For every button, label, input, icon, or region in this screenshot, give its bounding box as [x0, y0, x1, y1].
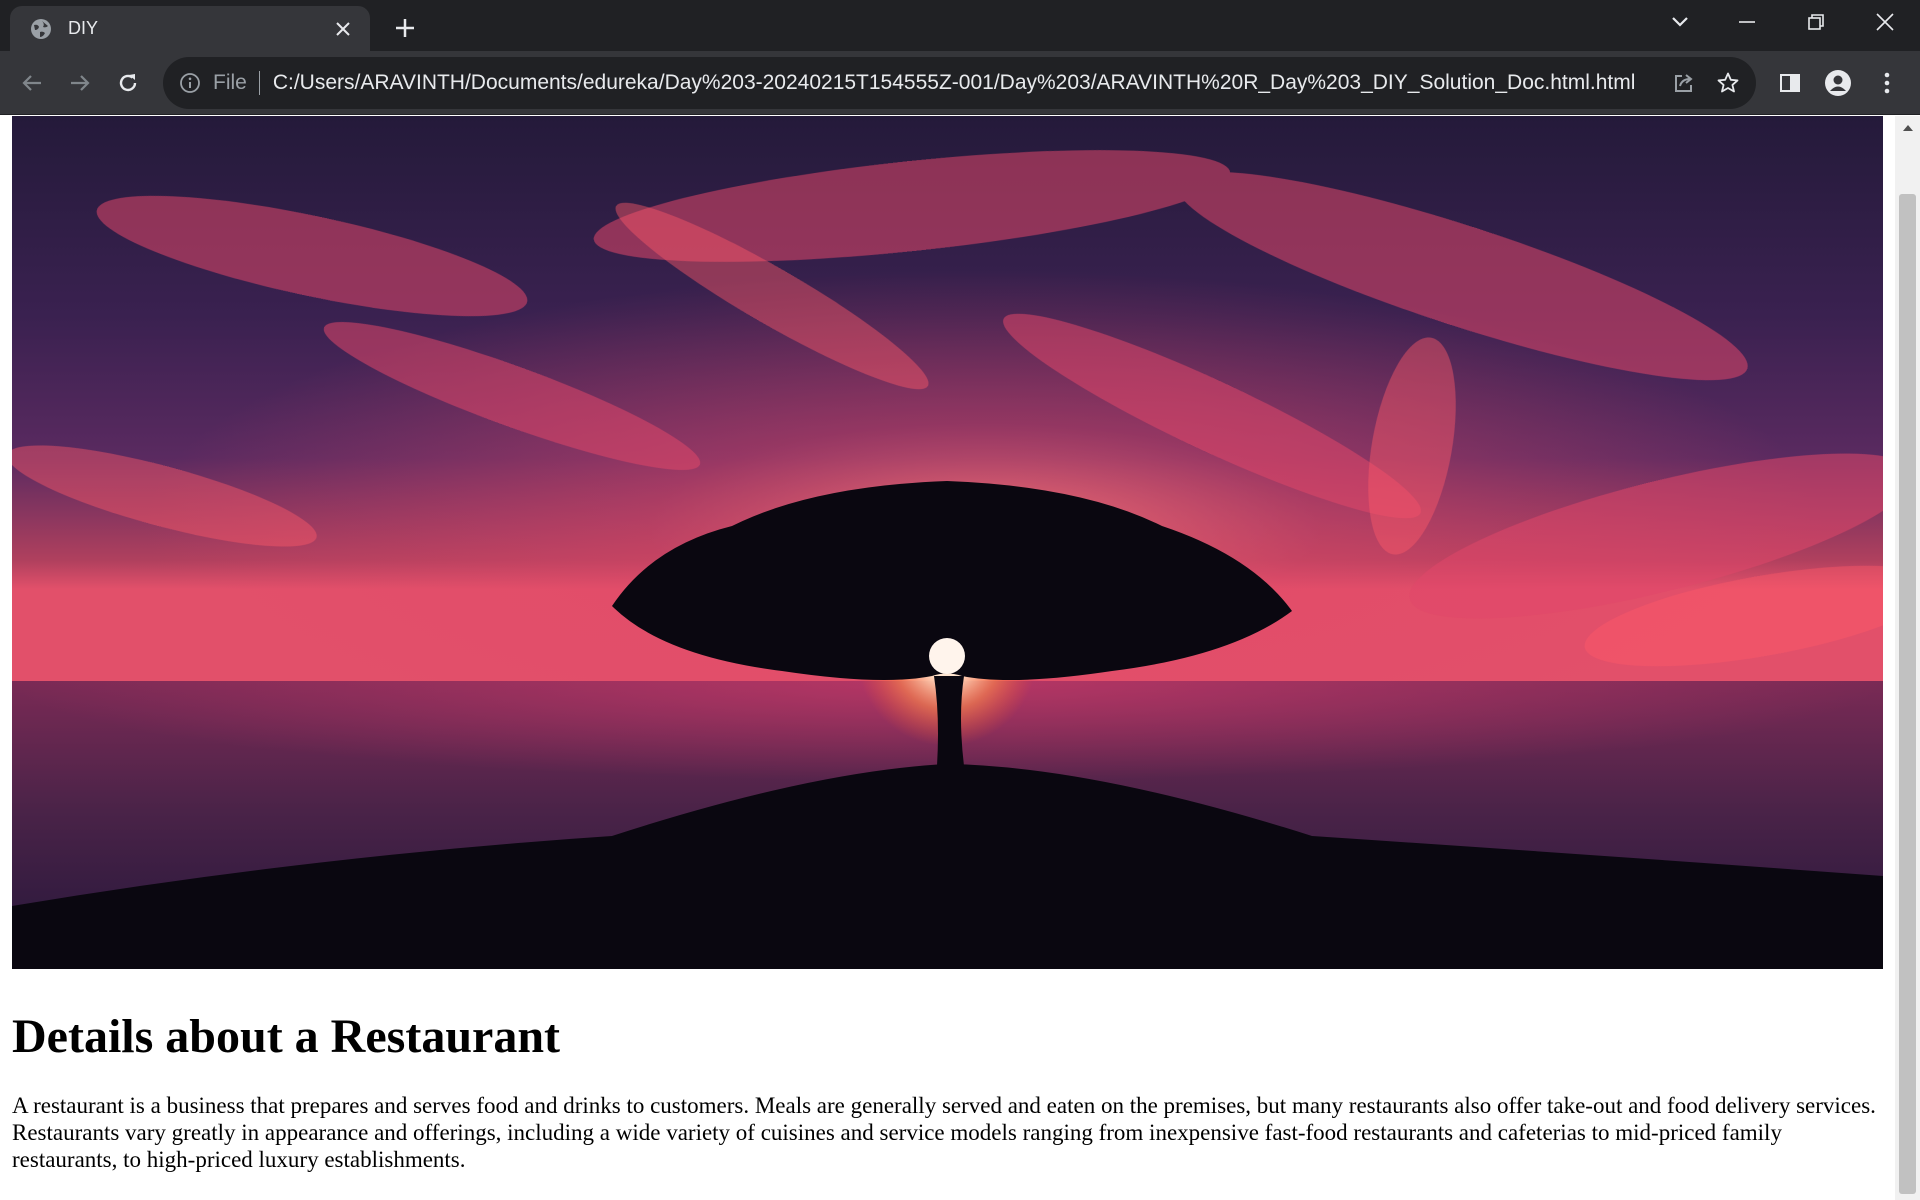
url-scheme-label: File — [213, 71, 247, 94]
tab-strip: DIY — [0, 0, 1920, 51]
scroll-up-icon[interactable] — [1895, 116, 1920, 140]
close-window-button[interactable] — [1850, 0, 1920, 44]
share-icon[interactable] — [1662, 61, 1706, 105]
minimize-icon — [1739, 21, 1755, 23]
globe-icon — [30, 18, 52, 40]
restore-icon — [1808, 14, 1824, 30]
reload-icon — [119, 74, 137, 92]
profile-button[interactable] — [1818, 63, 1858, 103]
tab-search-button[interactable] — [1645, 0, 1715, 44]
minimize-button[interactable] — [1712, 0, 1782, 44]
plus-icon — [396, 19, 414, 37]
arrow-left-icon — [22, 75, 41, 91]
close-icon — [1876, 13, 1894, 31]
back-button[interactable] — [12, 63, 52, 103]
menu-button[interactable] — [1867, 63, 1907, 103]
kebab-menu-icon — [1884, 72, 1890, 94]
address-bar[interactable]: File C:/Users/ARAVINTH/Documents/edureka… — [163, 57, 1756, 109]
page-viewport: Details about a Restaurant A restaurant … — [0, 116, 1895, 1200]
page-paragraph: A restaurant is a business that prepares… — [12, 1093, 1876, 1172]
info-icon[interactable] — [177, 70, 203, 96]
new-tab-button[interactable] — [387, 10, 423, 46]
chevron-down-icon — [1672, 17, 1688, 27]
profile-icon — [1825, 70, 1851, 96]
sunset-tree-image — [12, 116, 1883, 969]
forward-button[interactable] — [60, 63, 100, 103]
browser-tab[interactable]: DIY — [10, 6, 370, 51]
vertical-scrollbar[interactable] — [1895, 116, 1920, 1200]
close-tab-icon[interactable] — [328, 14, 358, 44]
side-panel-icon — [1780, 74, 1800, 92]
scroll-thumb[interactable] — [1899, 194, 1916, 1194]
reload-button[interactable] — [108, 63, 148, 103]
url-text[interactable]: C:/Users/ARAVINTH/Documents/edureka/Day%… — [273, 71, 1662, 95]
browser-toolbar: File C:/Users/ARAVINTH/Documents/edureka… — [0, 51, 1920, 115]
star-icon[interactable] — [1706, 61, 1750, 105]
arrow-right-icon — [71, 75, 90, 91]
url-separator — [258, 71, 260, 95]
tab-title: DIY — [68, 18, 99, 38]
page-heading: Details about a Restaurant — [12, 1010, 560, 1063]
side-panel-button[interactable] — [1770, 63, 1810, 103]
restore-button[interactable] — [1781, 0, 1851, 44]
